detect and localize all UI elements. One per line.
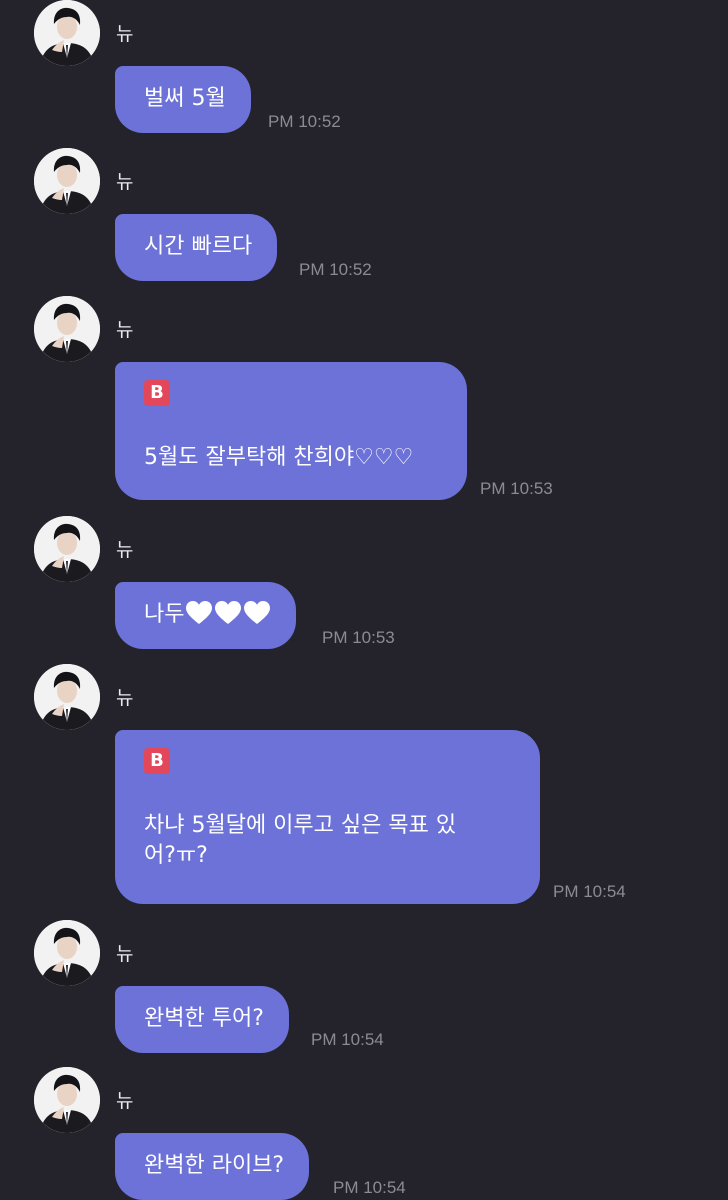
person-photo-icon: [34, 148, 100, 214]
emoji-hearts: [184, 600, 271, 635]
message-timestamp: PM 10:53: [480, 479, 553, 498]
message-text: 차냐 5월달에 이루고 싶은 목표 있 어?ㅠ?: [144, 813, 457, 868]
white-heart-icon: [185, 600, 213, 635]
message-bubble[interactable]: 시간 빠르다: [115, 214, 278, 281]
person-photo-icon: [34, 296, 100, 362]
sender-name: 뉴: [116, 171, 134, 193]
person-photo-icon: [34, 664, 100, 730]
message-timestamp: PM 10:52: [299, 260, 372, 279]
sender-name: 뉴: [116, 23, 134, 45]
sender-name: 뉴: [116, 687, 134, 709]
message-timestamp: PM 10:54: [553, 882, 626, 901]
person-photo-icon: [34, 920, 100, 986]
sender-name: 뉴: [116, 319, 134, 341]
avatar[interactable]: [34, 296, 100, 362]
white-heart-icon: [243, 600, 271, 635]
message-text: 완벽한 투어?: [144, 1006, 264, 1031]
sender-name: 뉴: [116, 539, 134, 561]
avatar[interactable]: [34, 0, 100, 66]
message-bubble[interactable]: 나두: [115, 582, 297, 649]
sender-name: 뉴: [116, 1090, 134, 1112]
sender-name: 뉴: [116, 943, 134, 965]
message-bubble[interactable]: B 차냐 5월달에 이루고 싶은 목표 있 어?ㅠ?: [115, 730, 540, 904]
message-text: 완벽한 라이브?: [144, 1153, 285, 1178]
message-text: 5월도 잘부탁해 찬희야♡♡♡: [144, 445, 414, 470]
message-timestamp: PM 10:54: [333, 1178, 406, 1197]
message-bubble[interactable]: 완벽한 라이브?: [115, 1133, 310, 1200]
message-bubble[interactable]: B 5월도 잘부탁해 찬희야♡♡♡: [115, 362, 467, 500]
avatar[interactable]: [34, 1067, 100, 1133]
message-timestamp: PM 10:53: [322, 628, 395, 647]
message-bubble[interactable]: 완벽한 투어?: [115, 986, 289, 1053]
avatar[interactable]: [34, 920, 100, 986]
avatar[interactable]: [34, 664, 100, 730]
avatar[interactable]: [34, 516, 100, 582]
person-photo-icon: [34, 0, 100, 66]
avatar[interactable]: [34, 148, 100, 214]
message-text: 벌써 5월: [144, 86, 226, 111]
b-badge-icon: B: [144, 380, 170, 406]
person-photo-icon: [34, 516, 100, 582]
person-photo-icon: [34, 1067, 100, 1133]
b-badge-icon: B: [144, 748, 170, 774]
message-text: 나두: [144, 602, 185, 627]
chat-thread: 뉴 벌써 5월 PM 10:52 뉴 시간 빠르다 PM 10:52 뉴 B 5…: [0, 0, 728, 1200]
message-bubble[interactable]: 벌써 5월: [115, 66, 251, 133]
message-timestamp: PM 10:54: [311, 1030, 384, 1049]
message-timestamp: PM 10:52: [268, 112, 341, 131]
white-heart-icon: [214, 600, 242, 635]
message-text: 시간 빠르다: [144, 234, 253, 259]
